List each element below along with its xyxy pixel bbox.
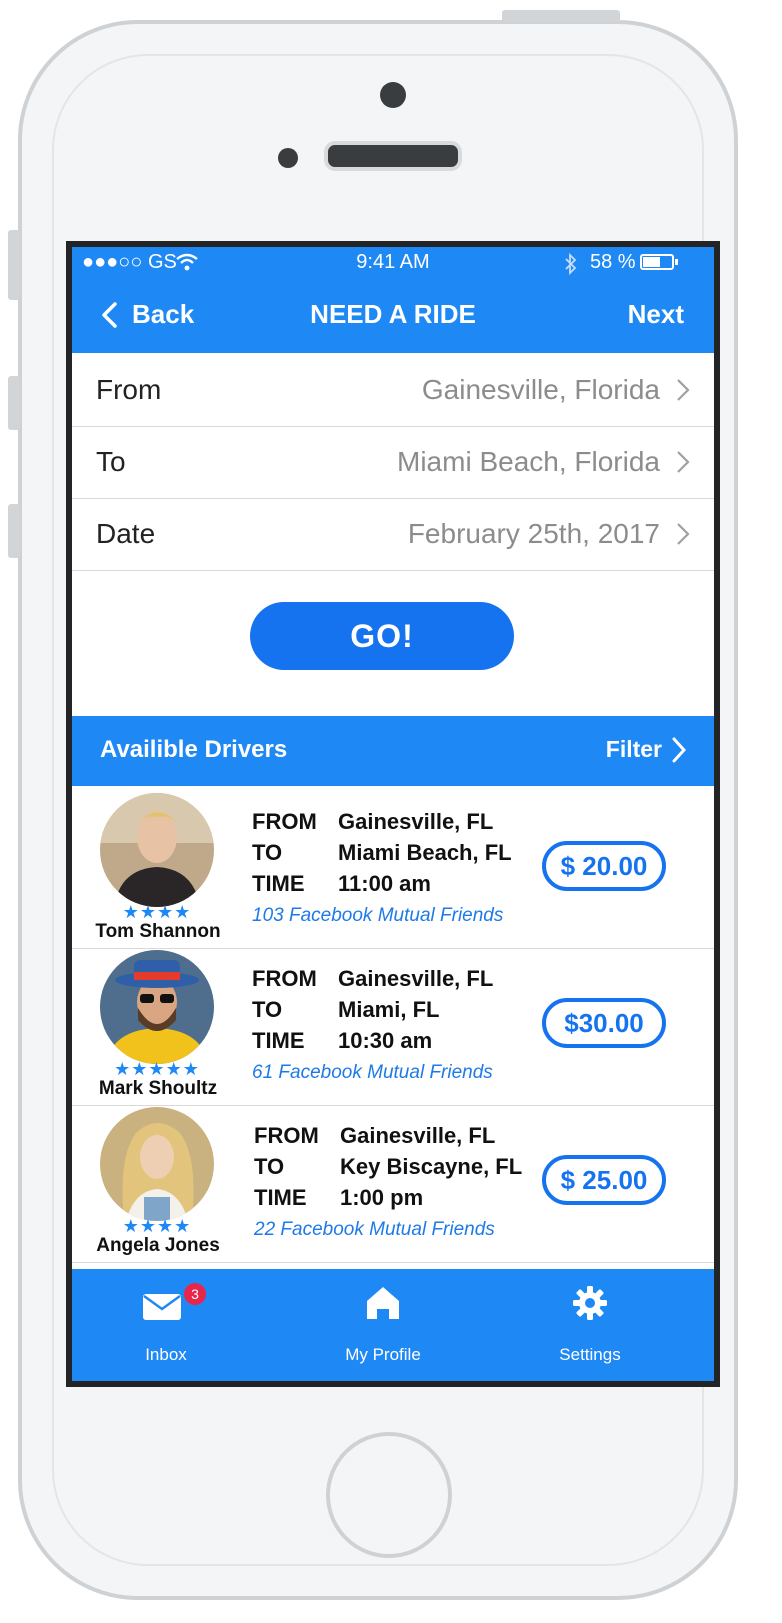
avatar [100,950,214,1064]
mutual-friends: 61 Facebook Mutual Friends [252,1062,493,1083]
from-row[interactable]: From Gainesville, Florida [72,353,714,427]
mutual-friends: 103 Facebook Mutual Friends [252,905,504,926]
filter-button[interactable]: Filter [606,736,686,763]
rating-stars: ★★★★★ [114,1059,200,1079]
ride-time: 10:30 am [338,1028,433,1053]
driver-name: Mark Shoultz [98,1078,218,1099]
driver-row[interactable]: ★★★★ Tom Shannon FROM Gainesville, FL TO… [72,787,714,949]
tab-label: Inbox [145,1345,187,1364]
battery-icon [640,254,678,270]
tab-inbox[interactable]: 3 Inbox [86,1269,246,1381]
from-tag: FROM [252,809,317,834]
ride-from: Gainesville, FL [338,966,494,991]
gear-icon [573,1286,607,1320]
front-camera [380,82,406,108]
date-row[interactable]: Date February 25th, 2017 [72,497,714,571]
rating-stars: ★★★★ [122,902,192,922]
status-bar: ●●●○○ GS 9:41 AM 58 % [72,247,714,281]
time-tag: TIME [254,1185,307,1210]
date-label: Date [96,517,156,549]
ride-time: 1:00 pm [340,1185,424,1210]
available-drivers-header: Availible Drivers Filter [72,716,714,786]
mute-switch [8,230,20,300]
volume-up-button [8,376,20,430]
to-label: To [96,445,126,477]
chevron-right-icon [672,737,686,762]
tab-settings[interactable]: Settings [510,1269,670,1381]
from-tag: FROM [252,966,317,991]
bluetooth-icon [565,253,577,275]
driver-row[interactable]: ★★★★ Angela Jones FROM Gainesville, FL T… [72,1101,714,1263]
driver-name: Angela Jones [96,1235,220,1256]
rating-stars: ★★★★ [122,1216,192,1236]
filter-label: Filter [605,736,662,762]
navigation-bar: Back NEED A RIDE Next [72,281,714,353]
driver-row[interactable]: ★★★★★ Mark Shoultz FROM Gainesville, FL … [72,944,714,1106]
to-tag: TO [252,997,283,1022]
time-tag: TIME [252,871,305,896]
tab-bar: 3 Inbox My Profile Settings [72,1269,714,1381]
from-label: From [96,373,162,405]
ride-to: Key Biscayne, FL [340,1154,523,1179]
from-tag: FROM [254,1123,319,1148]
mail-icon [143,1294,181,1320]
from-value: Gainesville, Florida [421,373,660,405]
to-tag: TO [254,1154,285,1179]
to-tag: TO [252,840,283,865]
ride-from: Gainesville, FL [340,1123,496,1148]
avatar [100,793,214,907]
time-tag: TIME [252,1028,305,1053]
tab-my-profile[interactable]: My Profile [303,1269,463,1381]
chevron-right-icon [677,451,690,473]
ride-to: Miami, FL [338,997,440,1022]
next-button[interactable]: Next [628,299,684,330]
price-button[interactable]: $ 25.00 [542,1155,666,1205]
home-icon [367,1287,399,1319]
to-row[interactable]: To Miami Beach, Florida [72,425,714,499]
price-button[interactable]: $ 20.00 [542,841,666,891]
date-value: February 25th, 2017 [407,517,660,549]
home-button[interactable] [326,1432,452,1558]
avatar [100,1107,214,1221]
chevron-right-icon [677,379,690,401]
page-title: NEED A RIDE [310,299,476,329]
mutual-friends: 22 Facebook Mutual Friends [254,1219,495,1240]
power-button [502,10,620,22]
tab-label: My Profile [345,1345,421,1364]
price-button[interactable]: $30.00 [542,998,666,1048]
section-title: Availible Drivers [100,736,288,763]
tab-label: Settings [559,1345,621,1364]
driver-name: Tom Shannon [95,921,221,942]
proximity-sensor [278,148,298,168]
to-value: Miami Beach, Florida [397,445,660,477]
ride-time: 11:00 am [338,871,431,896]
chevron-right-icon [677,523,690,545]
inbox-badge: 3 [184,1283,206,1305]
go-button[interactable]: GO! [250,602,514,670]
app-screen: ●●●○○ GS 9:41 AM 58 % Back NEED A RIDE N… [66,241,720,1387]
earpiece-speaker [324,141,462,171]
volume-down-button [8,504,20,558]
ride-to: Miami Beach, FL [338,840,512,865]
ride-from: Gainesville, FL [338,809,494,834]
battery-percent: 58 % [590,251,636,273]
